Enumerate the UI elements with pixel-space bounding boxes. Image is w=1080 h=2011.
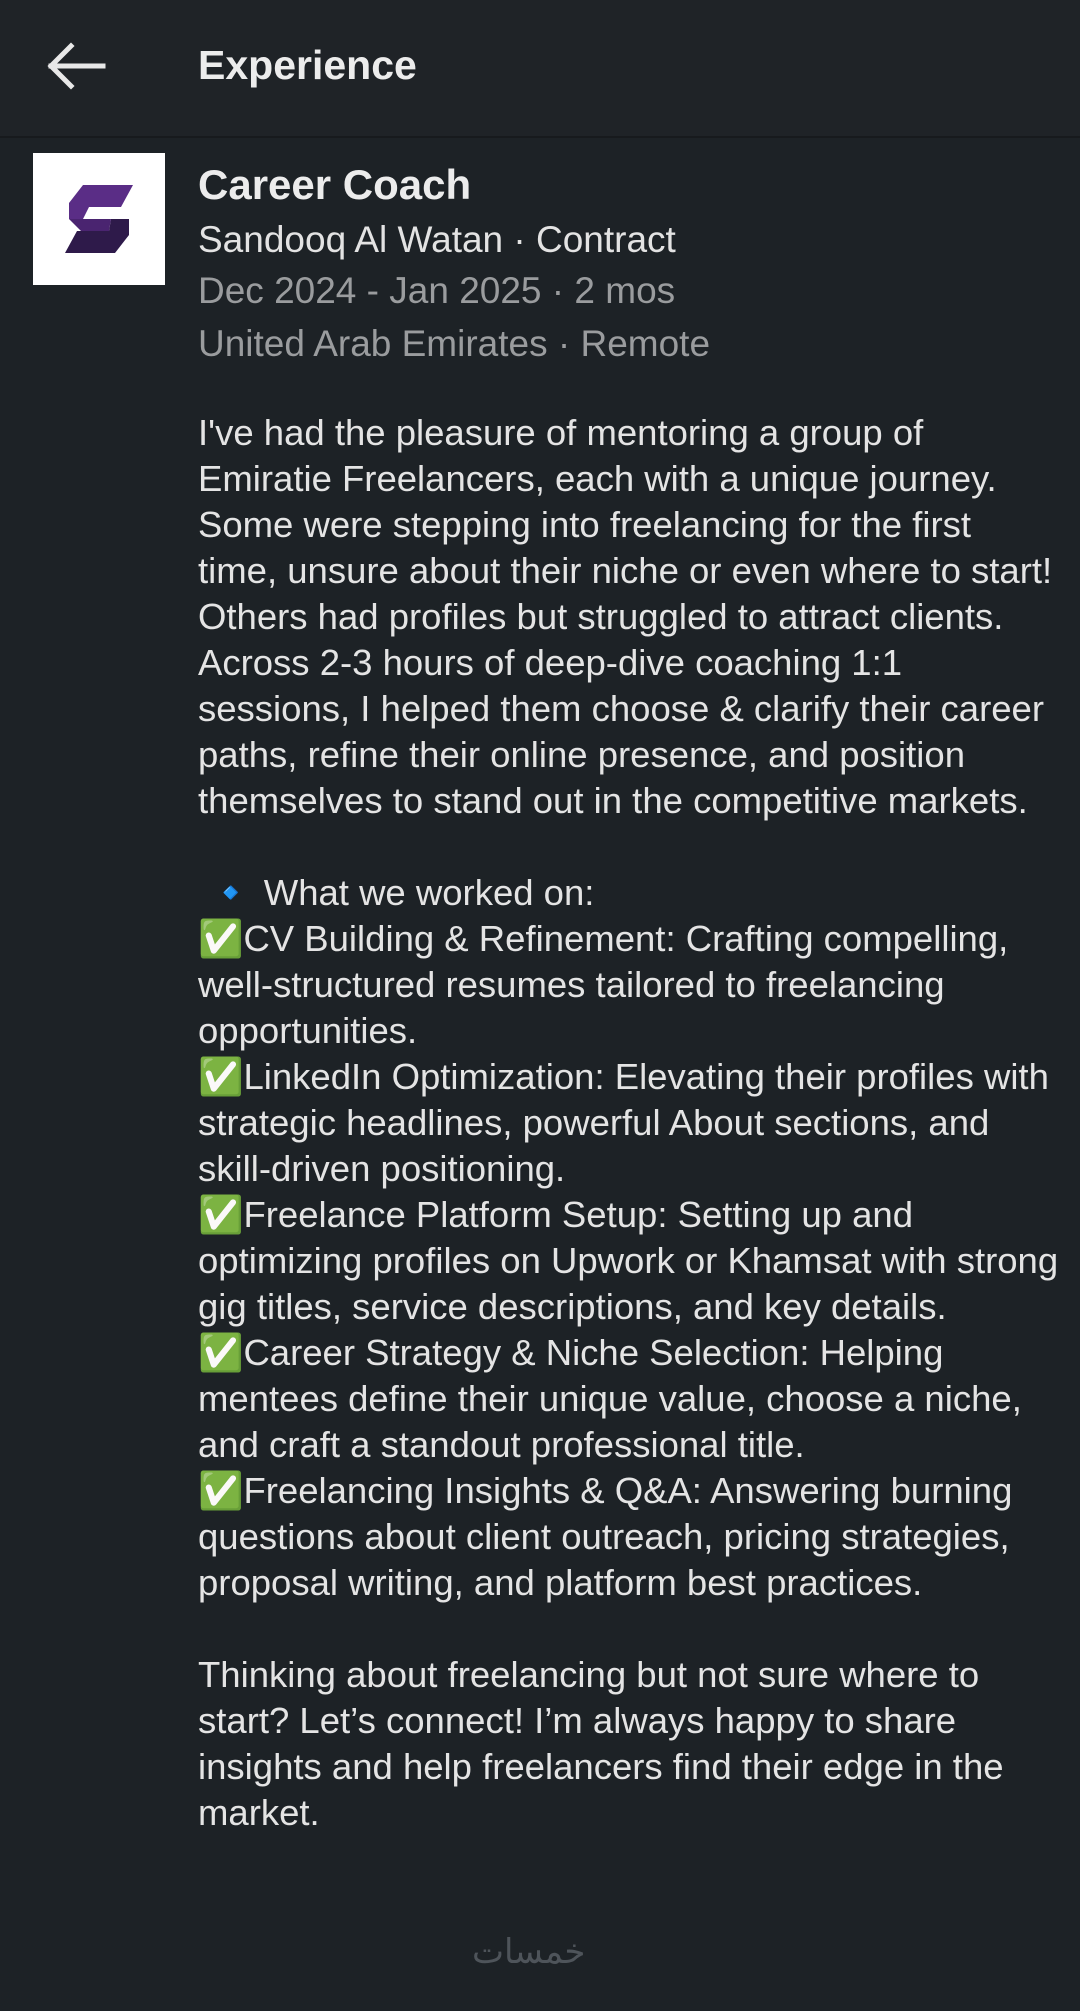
job-title: Career Coach xyxy=(198,161,472,208)
back-button[interactable] xyxy=(36,30,116,102)
location: United Arab Emirates · Remote xyxy=(198,323,711,364)
watermark-logo: خمسات xyxy=(472,1932,586,1972)
experience-details: Career Coach Sandooq Al Watan · Contract… xyxy=(198,160,1058,370)
sandooq-al-watan-logo xyxy=(65,185,133,253)
experience-description: I've had the pleasure of mentoring a gro… xyxy=(198,412,1059,1833)
company-employment-type: Sandooq Al Watan · Contract xyxy=(198,219,676,260)
page-title: Experience xyxy=(198,42,417,88)
company-logo[interactable] xyxy=(33,153,165,285)
arrow-left-icon xyxy=(47,42,106,90)
date-range: Dec 2024 - Jan 2025 · 2 mos xyxy=(198,270,676,311)
top-app-bar: Experience xyxy=(0,0,1080,138)
